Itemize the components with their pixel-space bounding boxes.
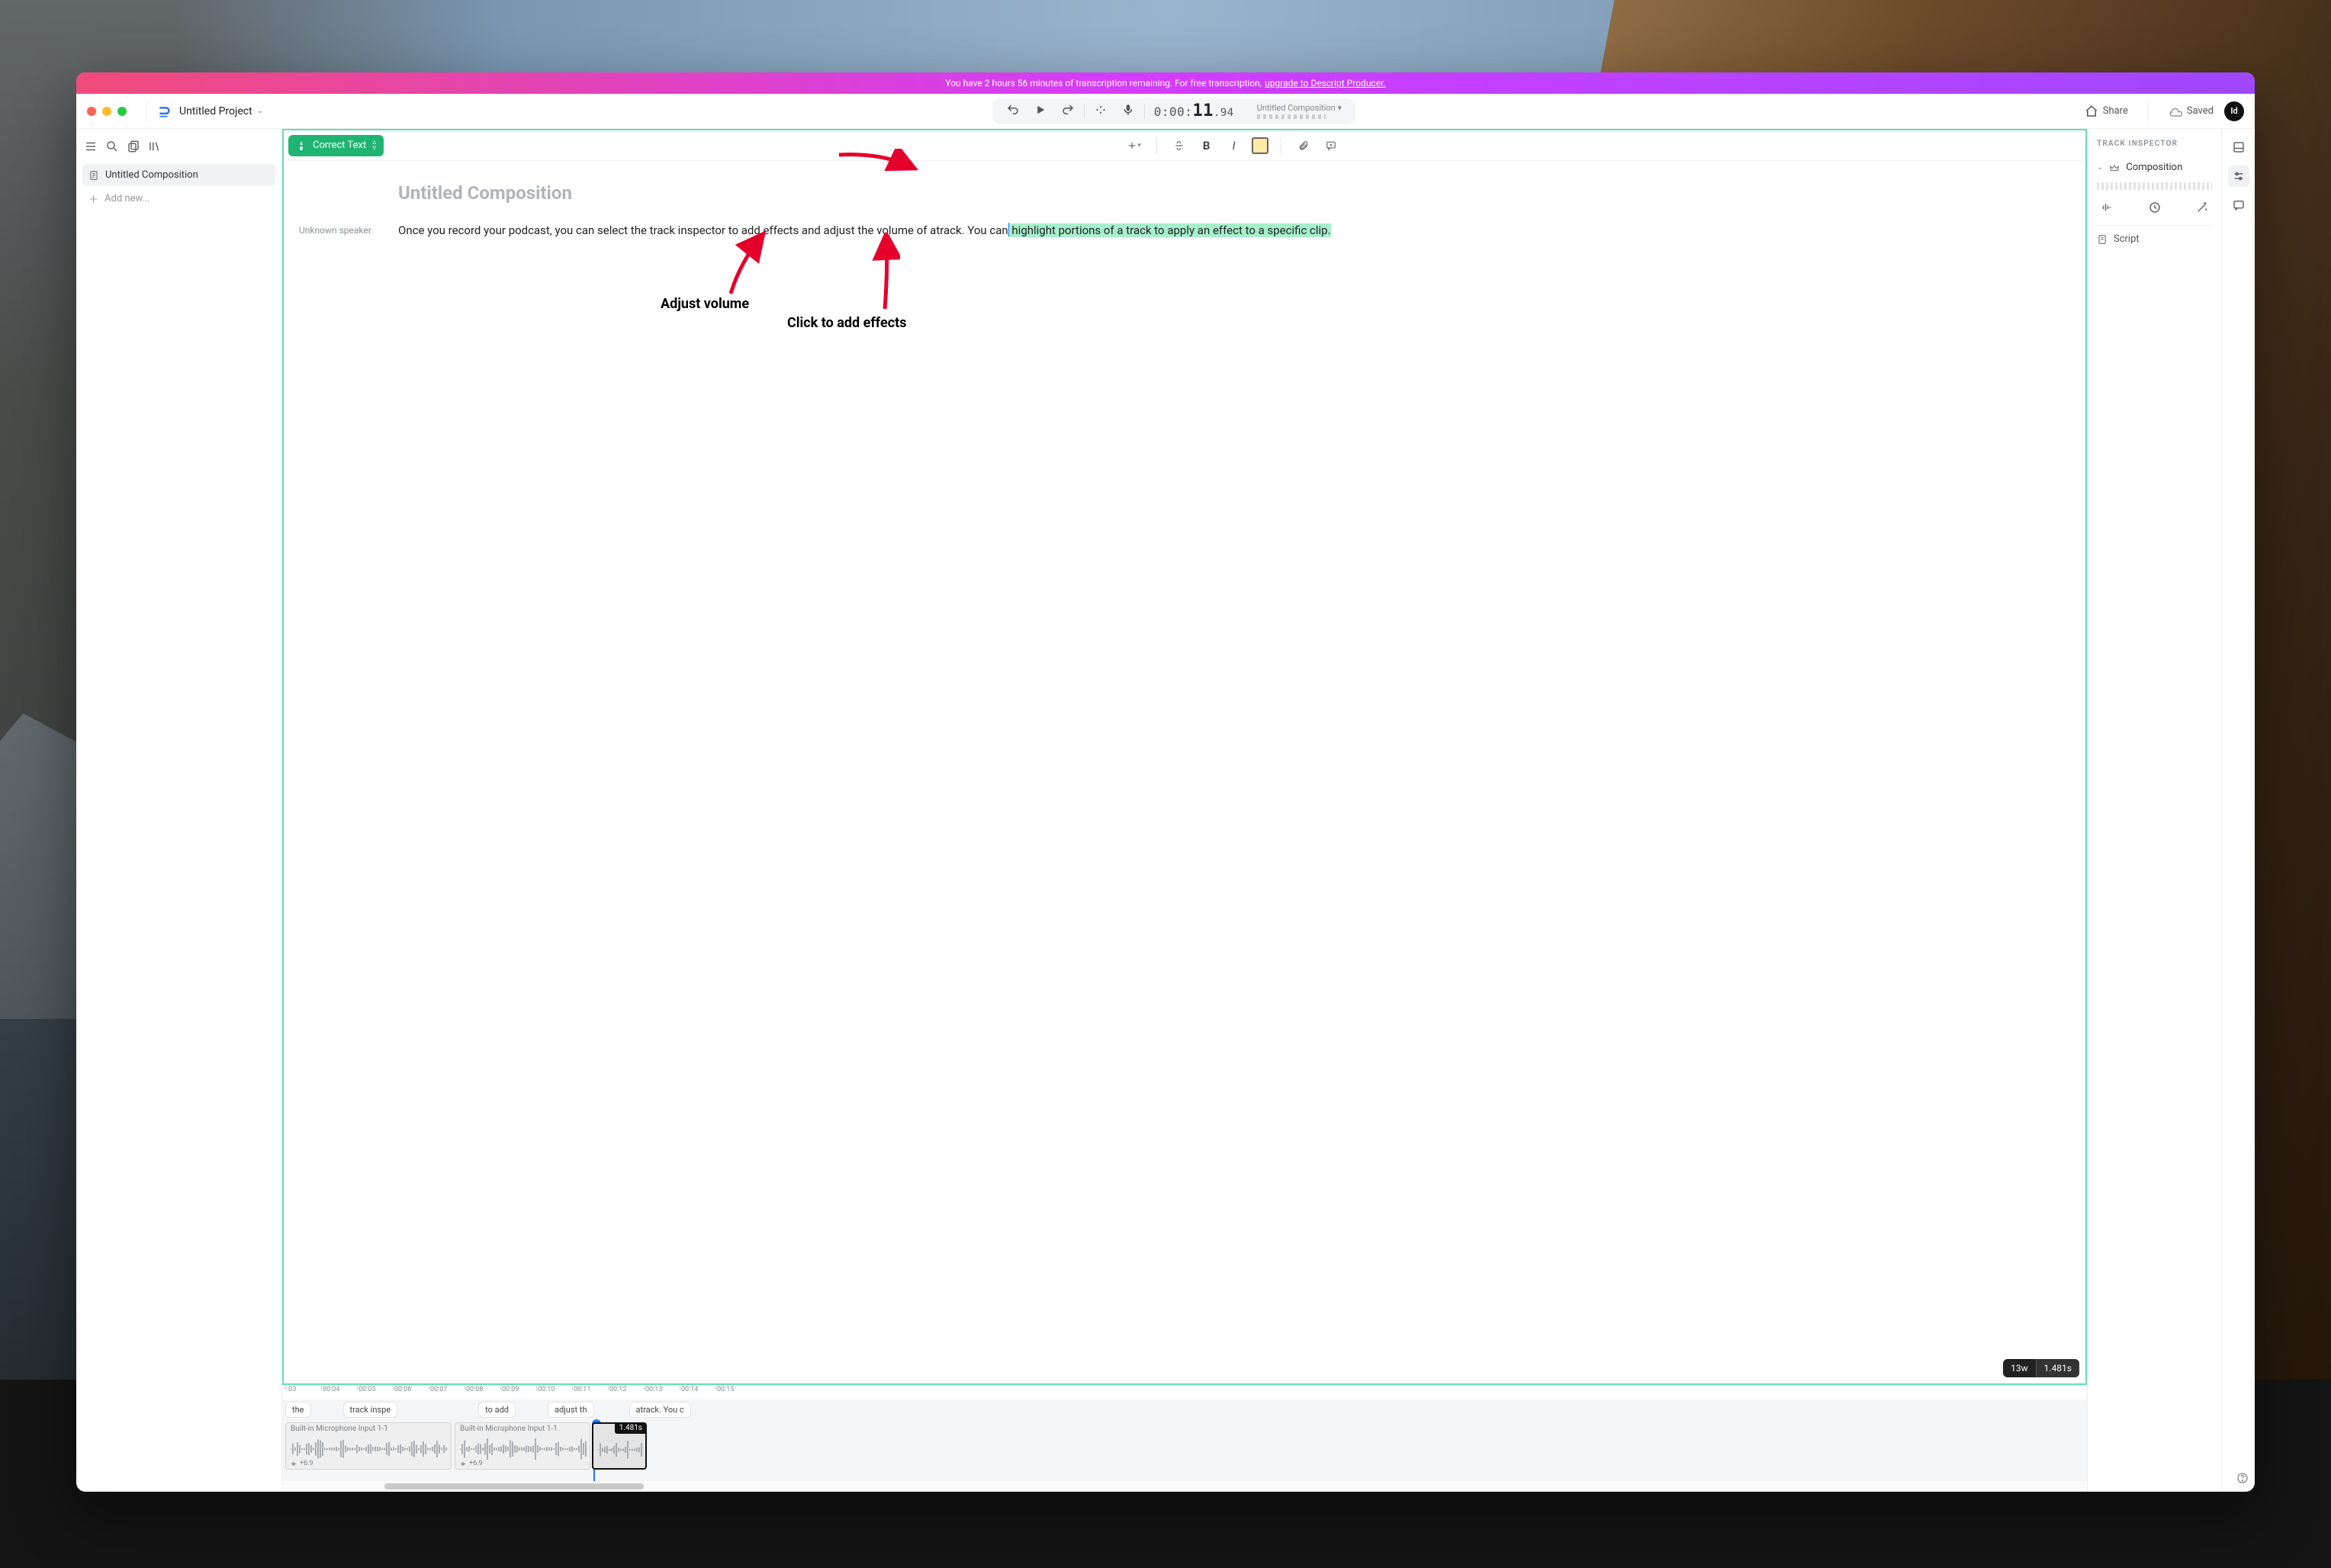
- audio-clip[interactable]: Built-in Microphone Input 1-1+6.9: [285, 1422, 452, 1470]
- highlight-icon[interactable]: [1252, 137, 1268, 154]
- time-ruler[interactable]: :0300:0400:0500:0600:0700:0800:0900:1000…: [282, 1386, 2087, 1399]
- window-controls: [87, 107, 127, 116]
- banner-text: You have 2 hours 56 minutes of transcrip…: [945, 78, 1262, 88]
- word-clips-row: the track inspe to add adjust th atrack. You…: [282, 1399, 2087, 1419]
- sliders-icon[interactable]: [2228, 165, 2249, 187]
- timeline-scrollbar[interactable]: [282, 1481, 2087, 1492]
- overdub-icon[interactable]: [1094, 103, 1108, 120]
- audio-tracks[interactable]: Built-in Microphone Input 1-1+6.9Built-i…: [282, 1419, 2087, 1481]
- word-pill[interactable]: atrack. You c: [629, 1402, 691, 1418]
- search-icon[interactable]: [105, 140, 119, 156]
- transcript-paragraph[interactable]: Once you record your podcast, you can se…: [398, 220, 2040, 240]
- editor-toolbar: Correct Text ▵▿ ▾ B I: [284, 130, 2085, 161]
- speaker-label: Unknown speaker: [299, 182, 383, 1376]
- app-logo: [156, 103, 173, 120]
- right-rail: [2221, 129, 2255, 1492]
- project-menu-caret[interactable]: ⌄: [257, 107, 263, 115]
- audio-clip[interactable]: 1.481s: [592, 1422, 647, 1470]
- sidebar-add-new[interactable]: ＋ Add new...: [82, 186, 275, 211]
- timeline[interactable]: :0300:0400:0500:0600:0700:0800:0900:1000…: [282, 1385, 2087, 1492]
- word-pill[interactable]: the: [285, 1402, 311, 1418]
- effects-wand-icon[interactable]: [2192, 198, 2212, 217]
- audio-clip[interactable]: Built-in Microphone Input 1-1+6.9: [455, 1422, 590, 1470]
- word-pill[interactable]: track inspe: [343, 1402, 398, 1418]
- banner-upgrade-link[interactable]: upgrade to Descript Producer.: [1265, 78, 1385, 88]
- copy-icon[interactable]: [127, 140, 140, 156]
- project-sidebar: Untitled Composition ＋ Add new...: [76, 129, 282, 1492]
- volume-icon[interactable]: [2097, 198, 2117, 217]
- inspector-title: TRACK INSPECTOR: [2097, 140, 2212, 148]
- mini-waveform: [2097, 182, 2212, 190]
- inspector-composition-row[interactable]: ⌄ Composition: [2097, 159, 2212, 176]
- properties-icon[interactable]: [2228, 137, 2249, 158]
- document-title[interactable]: Untitled Composition: [398, 182, 2040, 204]
- upgrade-banner: You have 2 hours 56 minutes of transcrip…: [76, 72, 2255, 94]
- transcript-editor[interactable]: Unknown speaker Untitled Composition Onc…: [284, 161, 2085, 1383]
- help-icon[interactable]: [2236, 1472, 2249, 1487]
- main-area: Correct Text ▵▿ ▾ B I: [282, 129, 2087, 1492]
- bold-icon[interactable]: B: [1197, 136, 1217, 156]
- plus-icon: ＋: [88, 191, 98, 206]
- user-avatar[interactable]: Id: [2224, 101, 2244, 121]
- attachment-icon[interactable]: [1294, 136, 1313, 156]
- chevron-down-icon: ⌄: [2097, 163, 2103, 172]
- chevron-updown-icon: ▵▿: [372, 140, 376, 152]
- saved-status: Saved: [2169, 104, 2214, 118]
- comment-add-icon[interactable]: [1321, 136, 1341, 156]
- library-icon[interactable]: [148, 140, 162, 156]
- close-icon[interactable]: [87, 107, 96, 116]
- hamburger-icon[interactable]: [84, 140, 98, 156]
- minimize-icon[interactable]: [102, 107, 111, 116]
- selection-range-badge: 13w1.481s: [2003, 1359, 2079, 1377]
- record-mic-icon[interactable]: [1121, 103, 1135, 120]
- app-window: You have 2 hours 56 minutes of transcrip…: [76, 72, 2255, 1492]
- highlighted-selection: highlight portions of a track to apply a…: [1009, 223, 1331, 237]
- title-bar: Untitled Project ⌄ 0:00:11.94 Untitled C…: [76, 94, 2255, 129]
- share-button[interactable]: Share: [2085, 104, 2128, 118]
- inspector-script-row[interactable]: Script: [2097, 225, 2212, 245]
- add-menu[interactable]: ▾: [1124, 136, 1144, 156]
- play-icon[interactable]: [1034, 103, 1047, 120]
- word-pill[interactable]: to add: [478, 1402, 516, 1418]
- crown-icon: [2109, 162, 2120, 173]
- strikethrough-icon[interactable]: [1169, 136, 1189, 156]
- comments-icon[interactable]: [2228, 194, 2249, 216]
- transport-pill: 0:00:11.94 Untitled Composition ▾: [992, 98, 1355, 124]
- project-title[interactable]: Untitled Project: [179, 105, 252, 117]
- track-inspector-panel: TRACK INSPECTOR ⌄ Composition Scr: [2088, 129, 2221, 1492]
- sidebar-item-composition[interactable]: Untitled Composition: [82, 164, 275, 186]
- clock-icon[interactable]: [2145, 198, 2165, 217]
- redo-icon[interactable]: [1061, 103, 1075, 120]
- composition-selector[interactable]: Untitled Composition ▾: [1257, 104, 1342, 119]
- word-pill[interactable]: adjust th: [548, 1402, 594, 1418]
- undo-icon[interactable]: [1006, 103, 1020, 120]
- zoom-icon[interactable]: [117, 107, 127, 116]
- timecode-display: 0:00:11.94: [1154, 101, 1234, 120]
- correct-text-button[interactable]: Correct Text ▵▿: [288, 135, 384, 156]
- italic-icon[interactable]: I: [1224, 136, 1244, 156]
- sidebar-item-label: Untitled Composition: [105, 169, 198, 181]
